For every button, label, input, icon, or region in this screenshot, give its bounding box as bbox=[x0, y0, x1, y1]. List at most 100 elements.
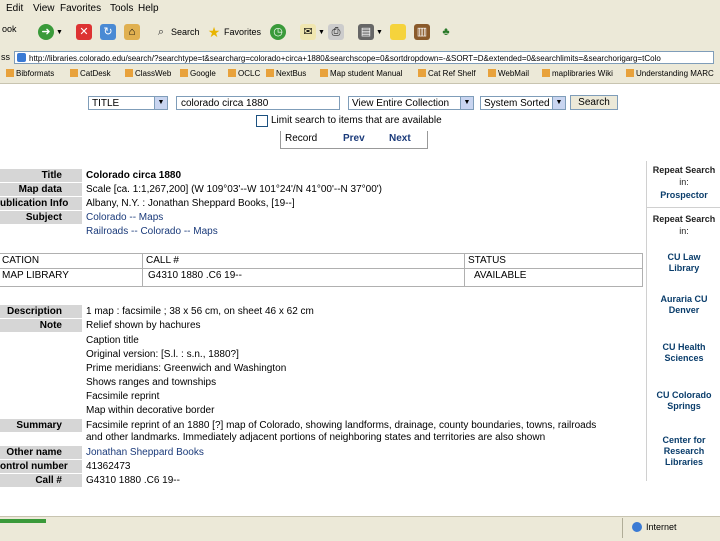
limit-label: Limit search to items that are available bbox=[271, 115, 442, 126]
zone-label: Internet bbox=[646, 522, 677, 532]
link-item[interactable]: WebMail bbox=[488, 69, 529, 78]
sort-select[interactable]: System Sorted ▼ bbox=[480, 96, 566, 110]
note-line: Facsimile reprint bbox=[86, 391, 160, 402]
limit-checkbox[interactable] bbox=[256, 115, 268, 127]
refresh-button[interactable]: ↻ bbox=[100, 24, 116, 40]
note-line: Shows ranges and townships bbox=[86, 377, 217, 388]
collection-select[interactable]: View Entire Collection ▼ bbox=[348, 96, 474, 110]
link-item[interactable]: NextBus bbox=[266, 69, 306, 78]
search-type-select[interactable]: TITLE ▼ bbox=[88, 96, 168, 110]
history-button[interactable]: ◷ bbox=[270, 24, 286, 40]
messenger-button[interactable]: ♣ bbox=[438, 24, 454, 40]
menu-tools[interactable]: Tools bbox=[110, 3, 133, 14]
link-item[interactable]: Map student Manual bbox=[320, 69, 403, 78]
next-link[interactable]: Next bbox=[389, 133, 411, 144]
address-input[interactable]: http://libraries.colorado.edu/search/?se… bbox=[14, 51, 714, 64]
cu-health-sciences-link[interactable]: CU Health Sciences bbox=[659, 342, 709, 364]
holdings-header: STATUS bbox=[468, 255, 506, 266]
repeat-search-heading: Repeat Search bbox=[652, 165, 716, 175]
holdings-status: AVAILABLE bbox=[474, 270, 527, 281]
status-divider bbox=[622, 518, 623, 538]
link-page-icon bbox=[266, 69, 274, 77]
field-value-description: 1 map : facsimile ; 38 x 56 cm, on sheet… bbox=[86, 306, 314, 317]
auraria-cu-denver-link[interactable]: Auraria CU Denver bbox=[653, 294, 715, 316]
holdings-header: CATION bbox=[2, 255, 40, 266]
summary-line: and other landmarks. Immediately adjacen… bbox=[86, 432, 546, 443]
mail-dropdown-icon: ▼ bbox=[318, 28, 325, 36]
holdings-table: CATION CALL # STATUS MAP LIBRARY G4310 1… bbox=[0, 253, 643, 287]
search-submit-button[interactable]: Search bbox=[570, 95, 618, 110]
holdings-call-number: G4310 1880 .C6 19-- bbox=[148, 270, 242, 281]
toolbar: ook ➜ ▼ ✕ ↻ ⌂ ⌕ Search ★ Favorites ◷ ✉ ▼… bbox=[0, 18, 720, 50]
cu-law-library-link[interactable]: CU Law Library bbox=[661, 252, 707, 274]
progress-bar bbox=[0, 519, 46, 523]
field-label-control-number: ontrol number bbox=[0, 460, 82, 473]
link-page-icon bbox=[70, 69, 78, 77]
note-line: Map within decorative border bbox=[86, 405, 215, 416]
prev-link[interactable]: Prev bbox=[343, 133, 365, 144]
link-item[interactable]: Cat Ref Shelf bbox=[418, 69, 476, 78]
menu-view[interactable]: View bbox=[33, 3, 55, 14]
home-button[interactable]: ⌂ bbox=[124, 24, 140, 40]
link-page-icon bbox=[488, 69, 496, 77]
edit-button[interactable]: ▤ ▼ bbox=[358, 24, 383, 40]
link-item[interactable]: Understanding MARC bbox=[626, 69, 714, 78]
stop-button[interactable]: ✕ bbox=[76, 24, 92, 40]
star-icon: ★ bbox=[207, 24, 221, 40]
dropdown-arrow-icon: ▼ bbox=[154, 97, 167, 109]
record-label: Record bbox=[285, 133, 318, 144]
prospector-link[interactable]: Prospector bbox=[647, 190, 720, 201]
link-item[interactable]: OCLC bbox=[228, 69, 260, 78]
link-page-icon bbox=[626, 69, 634, 77]
link-page-icon bbox=[542, 69, 550, 77]
field-label-subject: Subject bbox=[0, 211, 82, 224]
page-icon bbox=[17, 53, 26, 62]
dropdown-arrow-icon: ▼ bbox=[552, 97, 565, 109]
notes-button[interactable] bbox=[390, 24, 406, 40]
search-button[interactable]: ⌕ Search bbox=[153, 24, 200, 40]
back-label: ook bbox=[2, 24, 17, 34]
forward-button[interactable]: ➜ ▼ bbox=[38, 24, 63, 40]
research-icon: ▥ bbox=[414, 24, 430, 40]
search-input[interactable]: colorado circa 1880 bbox=[176, 96, 340, 110]
edit-icon: ▤ bbox=[358, 24, 374, 40]
search-icon: ⌕ bbox=[157, 26, 165, 38]
favorites-label: Favorites bbox=[224, 27, 262, 37]
research-button[interactable]: ▥ bbox=[414, 24, 430, 40]
field-value-call-number: G4310 1880 .C6 19-- bbox=[86, 475, 180, 486]
refresh-icon: ↻ bbox=[100, 24, 116, 40]
research-libraries-link[interactable]: Center for Research Libraries bbox=[657, 435, 711, 468]
link-item[interactable]: maplibraries Wiki bbox=[542, 69, 613, 78]
link-item[interactable]: Bibformats bbox=[6, 69, 54, 78]
other-name-link[interactable]: Jonathan Sheppard Books bbox=[86, 446, 204, 459]
repeat-search-heading: Repeat Search bbox=[652, 214, 716, 224]
field-label-title: Title bbox=[0, 169, 82, 182]
address-bar: ss http://libraries.colorado.edu/search/… bbox=[0, 49, 720, 68]
printer-icon: ⎙ bbox=[328, 24, 344, 40]
forward-dropdown-icon: ▼ bbox=[56, 28, 63, 36]
field-value-title: Colorado circa 1880 bbox=[86, 170, 182, 181]
history-icon: ◷ bbox=[270, 24, 286, 40]
favorites-button[interactable]: ★ Favorites bbox=[206, 24, 261, 40]
menu-help[interactable]: Help bbox=[138, 3, 159, 14]
field-label-publication: ublication Info bbox=[0, 197, 82, 210]
mail-button[interactable]: ✉ ▼ bbox=[300, 24, 325, 40]
field-label-other-name: Other name bbox=[0, 446, 82, 459]
address-label: ss bbox=[1, 52, 10, 62]
holdings-location: MAP LIBRARY bbox=[2, 270, 69, 281]
menu-edit[interactable]: Edit bbox=[6, 3, 23, 14]
subject-link[interactable]: Colorado -- Maps bbox=[86, 211, 163, 224]
subject-link[interactable]: Railroads -- Colorado -- Maps bbox=[86, 225, 218, 238]
cu-colorado-springs-link[interactable]: CU Colorado Springs bbox=[651, 390, 717, 412]
link-item[interactable]: CatDesk bbox=[70, 69, 111, 78]
link-item[interactable]: ClassWeb bbox=[125, 69, 171, 78]
repeat-search-sidebar: Repeat Search in: Prospector Repeat Sear… bbox=[646, 161, 720, 481]
link-item[interactable]: Google bbox=[180, 69, 216, 78]
edit-dropdown-icon: ▼ bbox=[376, 28, 383, 36]
globe-icon bbox=[632, 522, 642, 532]
print-button[interactable]: ⎙ bbox=[328, 24, 344, 40]
links-bar: Bibformats CatDesk ClassWeb Google OCLC … bbox=[0, 67, 720, 84]
link-page-icon bbox=[228, 69, 236, 77]
back-button[interactable]: ook bbox=[2, 24, 17, 34]
menu-favorites[interactable]: Favorites bbox=[60, 3, 101, 14]
